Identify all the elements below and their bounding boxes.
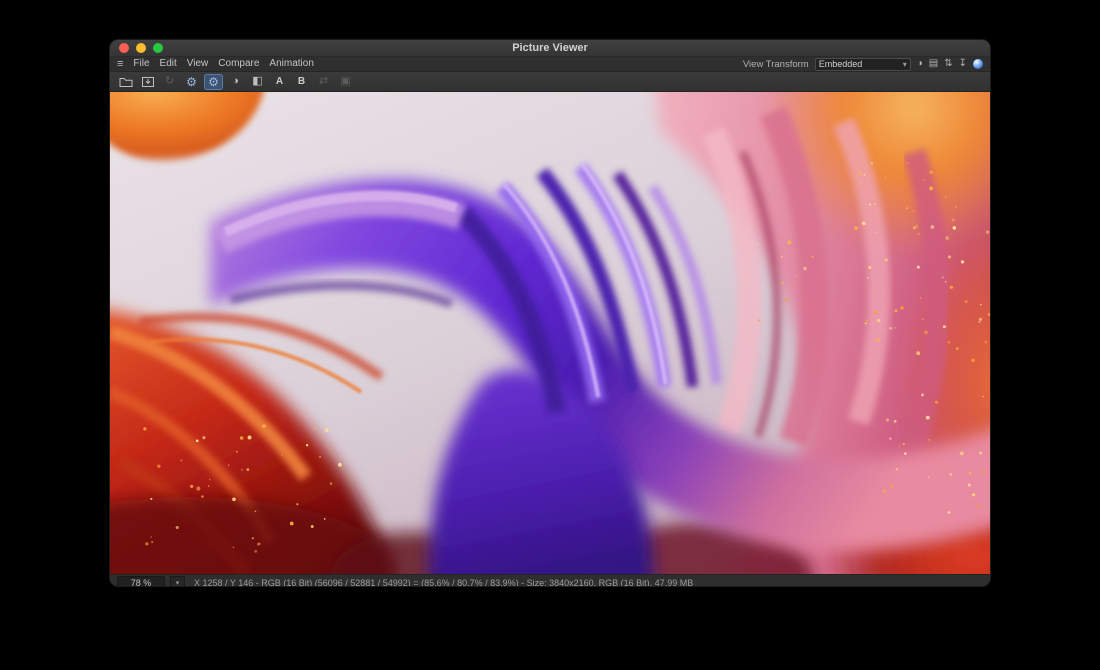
menu-animation[interactable]: Animation: [269, 57, 313, 71]
filter-gear-button[interactable]: ⚙: [204, 74, 223, 90]
save-image-button[interactable]: [138, 74, 157, 90]
chevron-down-icon: ▾: [176, 579, 180, 587]
menu-view[interactable]: View: [187, 57, 209, 71]
menubar-right-group: View Transform Embedded ▾ ◑ ▤ ⇅ ↧: [743, 58, 983, 71]
gear-icon: ⚙: [186, 76, 197, 88]
close-button[interactable]: [119, 43, 129, 53]
menu-file[interactable]: File: [133, 57, 149, 71]
picture-viewer-window: Picture Viewer ≡ File Edit View Compare …: [110, 40, 990, 586]
save-icon: [141, 76, 155, 88]
toolbar: ↻ ⚙ ⚙ ◑ ◧ A B ⇄ ▣: [110, 72, 990, 92]
menu-compare[interactable]: Compare: [218, 57, 259, 71]
contrast-button[interactable]: ◑: [226, 74, 245, 90]
open-file-button[interactable]: [116, 74, 135, 90]
contrast-icon: ◑: [232, 76, 239, 87]
artwork-image: [110, 92, 990, 574]
traffic-lights: [119, 43, 163, 53]
status-info: X 1258 / Y 146 - RGB (16 Bit) (56096 / 5…: [194, 578, 693, 587]
zoom-value: 78 %: [131, 578, 152, 587]
settings-gear-button[interactable]: ⚙: [182, 74, 201, 90]
swap-ab-button[interactable]: ⇄: [314, 74, 333, 90]
view-transform-value: Embedded: [819, 59, 863, 69]
zoom-window-button[interactable]: [153, 43, 163, 53]
status-bar: 78 % ▾ X 1258 / Y 146 - RGB (16 Bit) (56…: [110, 574, 990, 586]
desktop-background: Picture Viewer ≡ File Edit View Compare …: [0, 0, 1100, 670]
chevron-down-icon: ▾: [903, 60, 907, 69]
reorder-icon[interactable]: ⇅: [944, 59, 952, 69]
grid-icon: ▣: [340, 76, 350, 87]
compare-b-button[interactable]: B: [292, 74, 311, 90]
compare-a-button[interactable]: A: [270, 74, 289, 90]
reload-icon: ↻: [165, 76, 174, 87]
titlebar[interactable]: Picture Viewer: [110, 40, 990, 57]
image-viewport[interactable]: [110, 92, 990, 574]
view-transform-dropdown[interactable]: Embedded ▾: [815, 58, 911, 71]
window-title: Picture Viewer: [110, 42, 990, 54]
hamburger-menu-icon[interactable]: ≡: [117, 59, 123, 70]
view-mode-icon[interactable]: ◑: [917, 59, 923, 69]
layout-icon[interactable]: ▤: [929, 59, 938, 69]
grid-compare-button[interactable]: ▣: [336, 74, 355, 90]
folder-icon: [119, 76, 133, 88]
swap-icon: ⇄: [319, 76, 328, 87]
zoom-dropdown-button[interactable]: ▾: [170, 576, 185, 586]
zoom-level[interactable]: 78 %: [117, 576, 165, 586]
menu-edit[interactable]: Edit: [160, 57, 177, 71]
view-transform-label: View Transform: [743, 59, 809, 70]
render-sphere-icon[interactable]: [973, 59, 983, 69]
reload-button[interactable]: ↻: [160, 74, 179, 90]
menu-bar: ≡ File Edit View Compare Animation View …: [110, 57, 990, 72]
minimize-button[interactable]: [136, 43, 146, 53]
download-icon[interactable]: ↧: [959, 59, 967, 69]
split-view-icon: ◧: [252, 76, 262, 87]
gear-icon: ⚙: [208, 76, 219, 88]
split-view-button[interactable]: ◧: [248, 74, 267, 90]
